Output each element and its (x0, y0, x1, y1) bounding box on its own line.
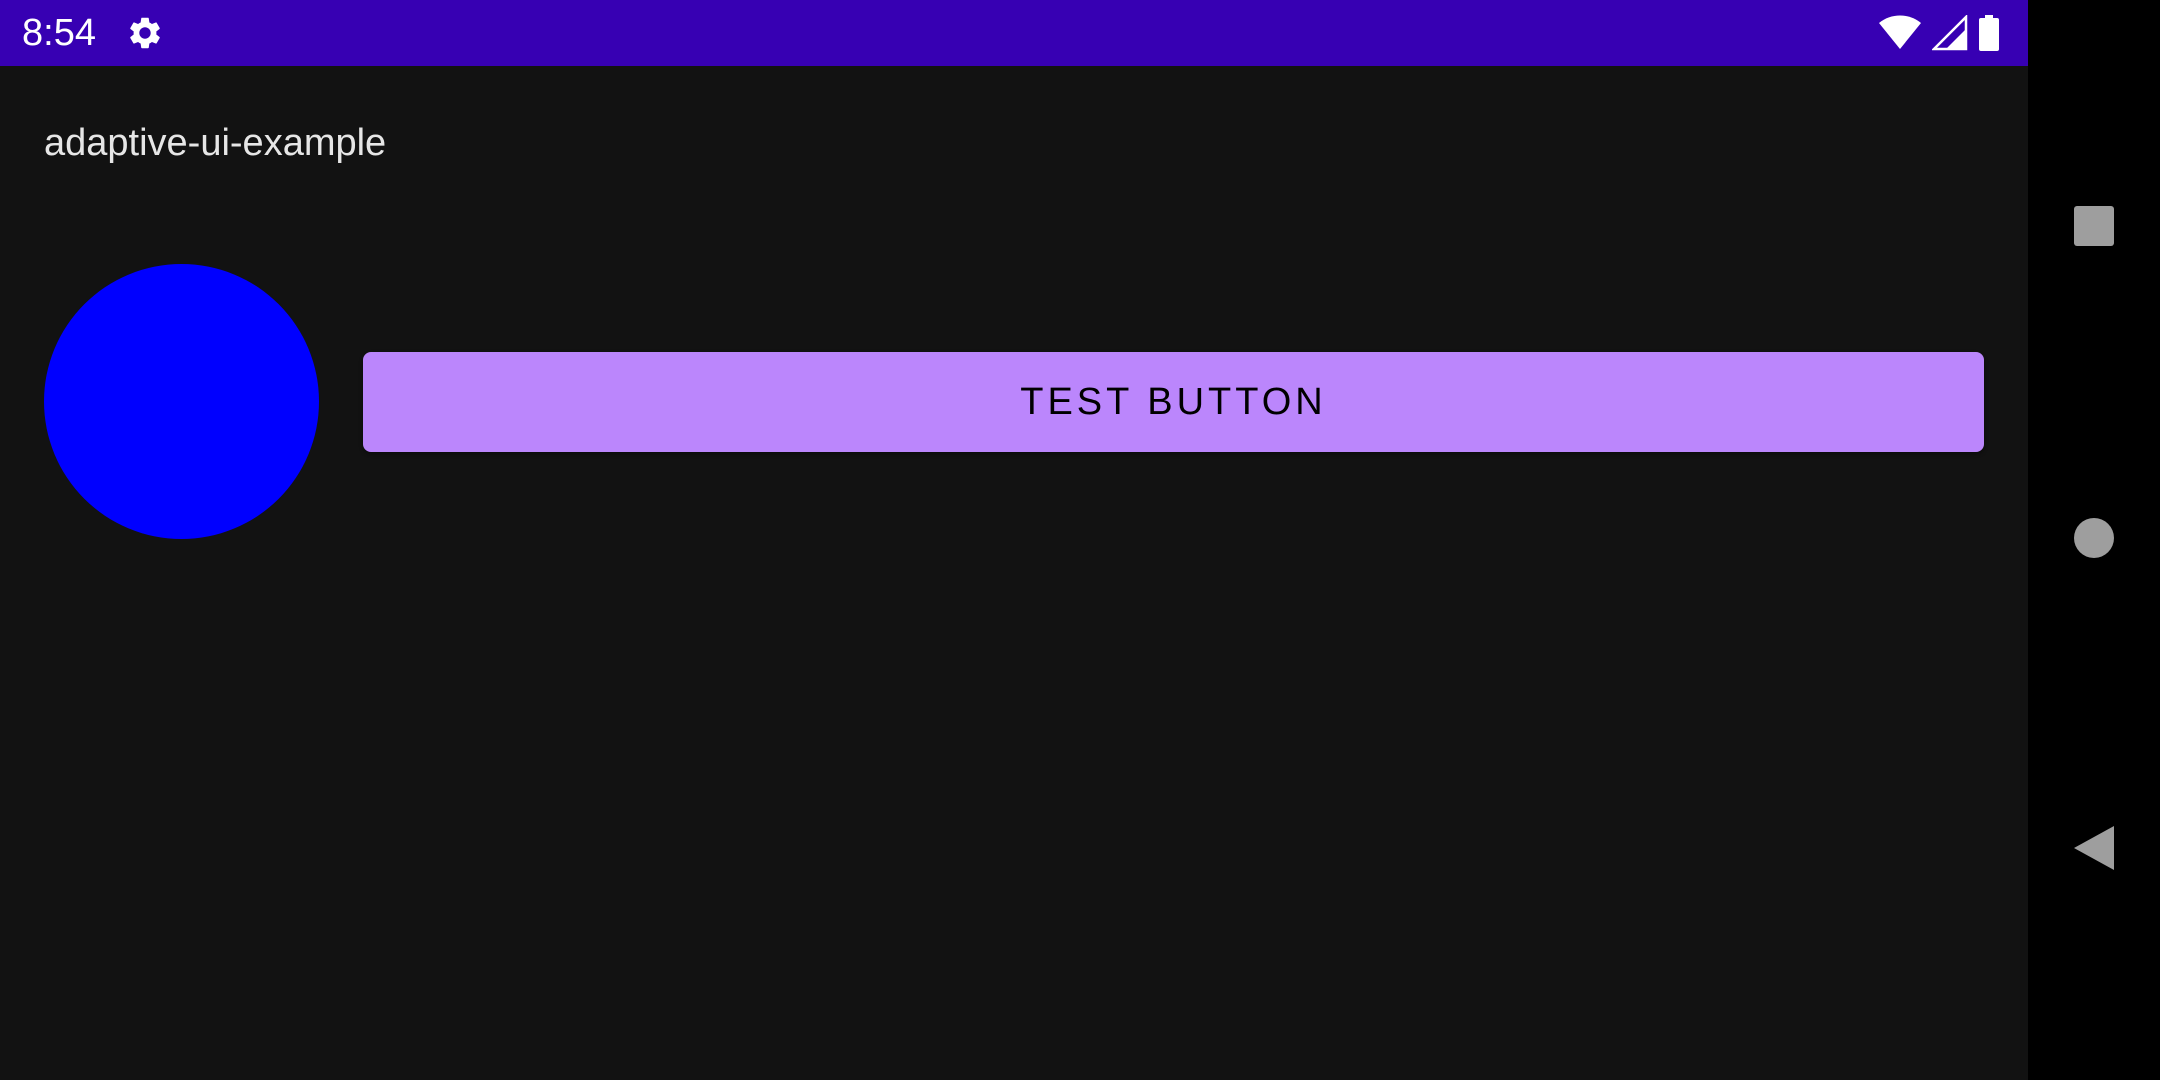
wifi-icon (1878, 15, 1922, 51)
app-content: adaptive-ui-example TEST BUTTON (0, 66, 2028, 1080)
app-title: adaptive-ui-example (44, 122, 387, 164)
recents-button[interactable] (2056, 190, 2132, 266)
back-button[interactable] (2056, 812, 2132, 888)
status-icons (1878, 14, 2000, 52)
home-button[interactable] (2056, 502, 2132, 578)
cell-signal-icon (1932, 15, 1968, 51)
status-time: 8:54 (22, 12, 96, 54)
test-button[interactable]: TEST BUTTON (363, 352, 1984, 452)
home-icon (2073, 517, 2115, 564)
gear-icon (126, 14, 164, 52)
battery-icon (1978, 15, 2000, 51)
navigation-bar (2028, 0, 2160, 1080)
status-bar: 8:54 (0, 0, 2028, 66)
back-icon (2072, 824, 2116, 877)
device-screen: 8:54 adaptive-ui-example TEST BUTTON (0, 0, 2160, 1080)
blue-circle (44, 264, 319, 539)
recents-icon (2073, 205, 2115, 252)
